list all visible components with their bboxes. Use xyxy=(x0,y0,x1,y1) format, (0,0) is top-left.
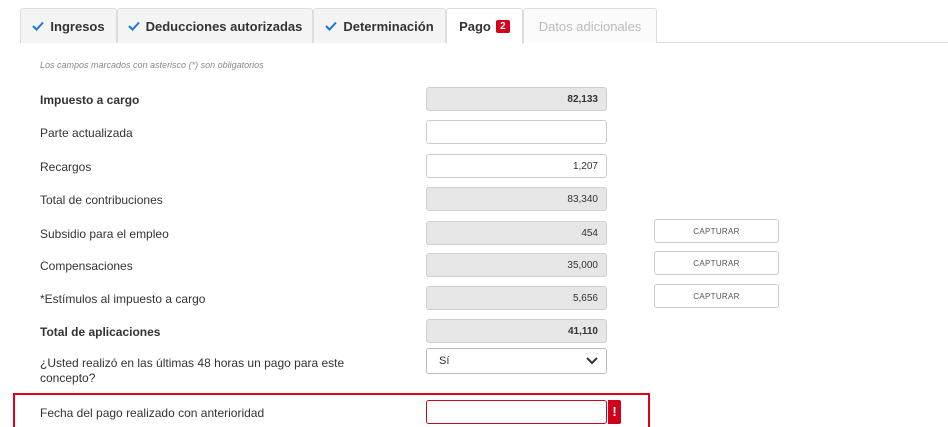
parte-actualizada-label: Parte actualizada xyxy=(40,126,133,140)
impuesto-a-cargo-field: 82,133 xyxy=(426,87,607,111)
tab-datos-adicionales[interactable]: Datos adicionales xyxy=(523,8,657,43)
capturar-compensaciones-button[interactable]: CAPTURAR xyxy=(654,251,779,275)
pago-48-horas-select[interactable]: Sí xyxy=(426,348,607,374)
compensaciones-label: Compensaciones xyxy=(40,259,133,273)
error-count-badge: 2 xyxy=(495,20,510,33)
select-value: Sí xyxy=(439,355,450,367)
tab-deducciones-autorizadas[interactable]: Deducciones autorizadas xyxy=(117,8,313,43)
impuesto-a-cargo-label: Impuesto a cargo xyxy=(40,93,140,107)
tab-bar: Ingresos Deducciones autorizadas Determi… xyxy=(0,0,948,44)
check-icon xyxy=(127,21,140,31)
parte-actualizada-input[interactable] xyxy=(426,120,607,144)
tab-label: Datos adicionales xyxy=(538,18,642,34)
question-line-1: ¿Usted realizó en las últimas 48 horas u… xyxy=(40,356,345,370)
tab-label: Determinación xyxy=(343,18,434,34)
question-line-2: concepto? xyxy=(40,371,96,385)
fecha-pago-anterior-input[interactable] xyxy=(426,400,607,424)
subsidio-empleo-label: Subsidio para el empleo xyxy=(40,227,169,241)
tab-pago[interactable]: Pago 2 xyxy=(446,8,523,44)
error-alert-icon: ! xyxy=(608,400,621,424)
pago-48-horas-question: ¿Usted realizó en las últimas 48 horas u… xyxy=(40,356,344,386)
capturar-estimulos-button[interactable]: CAPTURAR xyxy=(654,284,779,308)
estimulos-label: *Estímulos al impuesto a cargo xyxy=(40,292,206,306)
required-fields-note: Los campos marcados con asterisco (*) so… xyxy=(40,60,264,70)
total-aplicaciones-field: 41,110 xyxy=(426,319,607,343)
chevron-down-icon xyxy=(586,356,598,368)
fecha-pago-anterior-label: Fecha del pago realizado con anteriorida… xyxy=(40,406,265,420)
tab-label: Ingresos xyxy=(50,18,105,34)
tab-ingresos[interactable]: Ingresos xyxy=(20,8,117,43)
tab-label: Pago xyxy=(459,19,491,34)
recargos-label: Recargos xyxy=(40,160,92,174)
tab-label: Deducciones autorizadas xyxy=(145,18,303,34)
total-contribuciones-label: Total de contribuciones xyxy=(40,193,163,207)
recargos-input[interactable]: 1,207 xyxy=(426,154,607,178)
estimulos-field: 5,656 xyxy=(426,286,607,310)
compensaciones-field: 35,000 xyxy=(426,253,607,277)
total-aplicaciones-label: Total de aplicaciones xyxy=(40,325,161,339)
check-icon xyxy=(325,21,338,31)
tab-determinacion[interactable]: Determinación xyxy=(313,8,446,43)
total-contribuciones-field: 83,340 xyxy=(426,187,607,211)
subsidio-empleo-field: 454 xyxy=(426,221,607,245)
capturar-subsidio-button[interactable]: CAPTURAR xyxy=(654,219,779,243)
check-icon xyxy=(32,21,45,31)
